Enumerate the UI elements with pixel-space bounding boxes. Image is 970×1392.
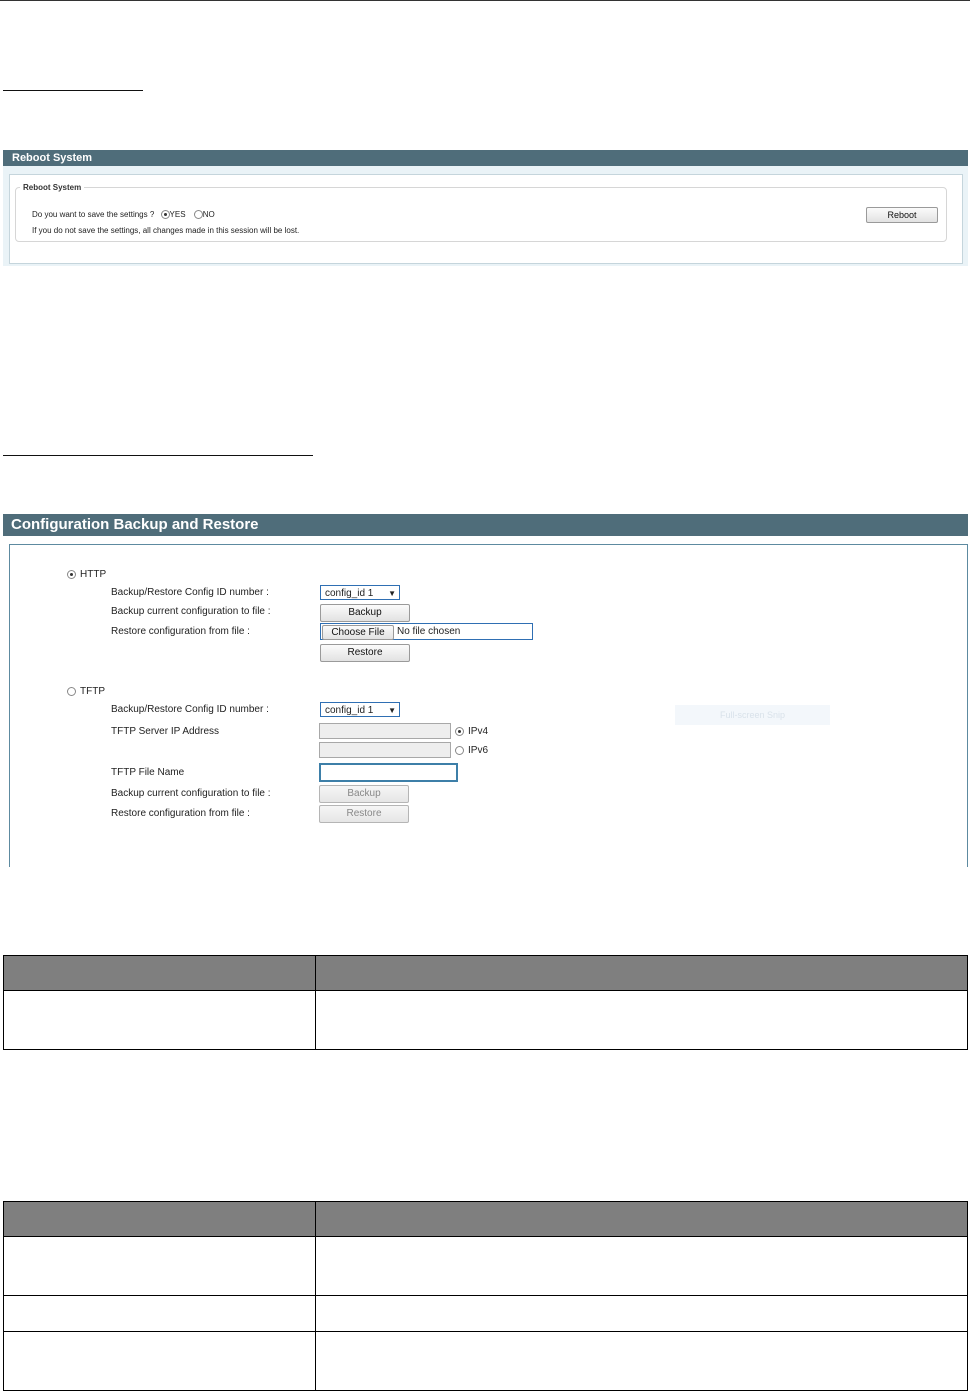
unsaved-note: If you do not save the settings, all cha… — [32, 226, 300, 235]
ipv4-label: IPv4 — [468, 726, 489, 737]
http-backup-label: Backup current configuration to file : — [111, 606, 271, 617]
http-config-id-label: Backup/Restore Config ID number : — [111, 587, 269, 598]
tftp-file-name-input[interactable] — [319, 763, 458, 782]
file-chooser[interactable]: Choose File No file chosen — [320, 623, 533, 640]
no-radio[interactable] — [193, 210, 203, 220]
yes-radio[interactable] — [160, 210, 170, 220]
config-panel-body: HTTP Backup/Restore Config ID number : c… — [9, 544, 968, 867]
config-panel-header: Configuration Backup and Restore — [3, 514, 968, 536]
http-restore-button[interactable]: Restore — [320, 644, 410, 662]
tftp-backup-label: Backup current configuration to file : — [111, 788, 271, 799]
table-header-cell — [3, 955, 316, 991]
save-settings-question: Do you want to save the settings ? — [32, 210, 155, 219]
choose-file-button[interactable]: Choose File — [322, 625, 394, 640]
full-screen-snip-overlay: Full-screen Snip — [675, 705, 830, 725]
http-restore-label: Restore configuration from file : — [111, 626, 250, 637]
tftp-ipv6-input[interactable] — [319, 742, 451, 758]
save-settings-row: Do you want to save the settings ? YES N… — [32, 210, 215, 220]
no-label: NO — [202, 210, 215, 219]
table-row — [3, 1331, 968, 1391]
tftp-server-ip-label: TFTP Server IP Address — [111, 726, 220, 737]
tftp-restore-label: Restore configuration from file : — [111, 808, 250, 819]
yes-label: YES — [169, 210, 186, 219]
description-table-2 — [3, 1201, 968, 1391]
overlay-text: Full-screen Snip — [719, 710, 786, 720]
table-row — [3, 1295, 968, 1332]
tftp-config-id-select[interactable]: config_id 1 ▼ — [320, 702, 400, 717]
reboot-legend: Reboot System — [23, 183, 82, 192]
table-header-cell — [3, 1201, 316, 1237]
table-cell — [315, 1236, 968, 1296]
http-config-id-select[interactable]: config_id 1 ▼ — [320, 585, 400, 600]
table-cell — [315, 1295, 968, 1332]
table-row — [3, 990, 968, 1050]
table-cell — [3, 1236, 316, 1296]
table-cell — [315, 1331, 968, 1391]
tftp-backup-button[interactable]: Backup — [319, 785, 409, 803]
table-header-row — [3, 955, 968, 991]
no-file-chosen-text: No file chosen — [397, 626, 461, 637]
ipv4-radio[interactable] — [455, 727, 464, 736]
tftp-config-id-value: config_id 1 — [325, 705, 374, 716]
tftp-radio[interactable] — [67, 687, 76, 696]
http-backup-button[interactable]: Backup — [320, 604, 410, 622]
table-cell — [3, 1331, 316, 1391]
description-table-1 — [3, 955, 968, 1050]
table-header-cell — [315, 955, 968, 991]
table-row — [3, 1236, 968, 1296]
table-cell — [3, 990, 316, 1050]
reboot-system-panel: Reboot System Reboot System Do you want … — [3, 150, 968, 266]
ipv6-radio[interactable] — [455, 746, 464, 755]
http-radio[interactable] — [67, 570, 76, 579]
table-header-cell — [315, 1201, 968, 1237]
section-title-underline-2 — [3, 455, 313, 456]
tftp-restore-button[interactable]: Restore — [319, 805, 409, 823]
tftp-label: TFTP — [80, 686, 105, 697]
dropdown-arrow-icon: ▼ — [388, 706, 396, 715]
top-rule — [0, 0, 970, 1]
reboot-button[interactable]: Reboot — [866, 207, 938, 223]
section-title-underline-1 — [3, 90, 143, 91]
tftp-file-name-label: TFTP File Name — [111, 767, 185, 778]
ipv6-label: IPv6 — [468, 745, 489, 756]
reboot-panel-header: Reboot System — [3, 150, 968, 166]
tftp-config-id-label: Backup/Restore Config ID number : — [111, 704, 269, 715]
table-cell — [3, 1295, 316, 1332]
tftp-ipv4-input[interactable] — [319, 723, 451, 739]
config-backup-restore-panel: Configuration Backup and Restore HTTP Ba… — [3, 514, 968, 867]
table-cell — [315, 990, 968, 1050]
dropdown-arrow-icon: ▼ — [388, 589, 396, 598]
table-header-row — [3, 1201, 968, 1237]
reboot-panel-body: Reboot System Do you want to save the se… — [9, 174, 963, 264]
http-label: HTTP — [80, 569, 107, 580]
http-config-id-value: config_id 1 — [325, 588, 374, 599]
